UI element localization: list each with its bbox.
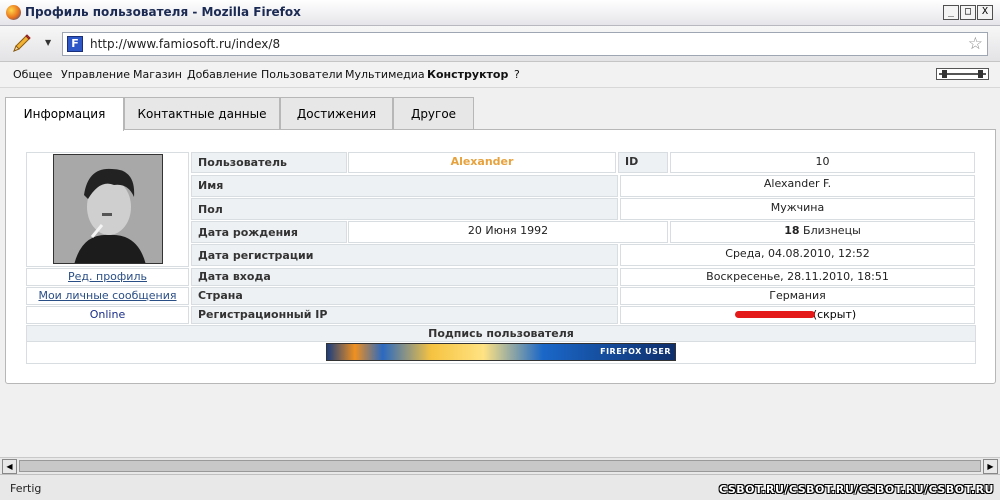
status-cell: Online bbox=[26, 306, 189, 324]
tab-contacts[interactable]: Контактные данные bbox=[124, 97, 280, 130]
tab-info[interactable]: Информация bbox=[5, 97, 124, 131]
name-value: Alexander F. bbox=[620, 175, 975, 197]
zodiac-value: 18 Близнецы bbox=[670, 221, 975, 243]
navigation-toolbar: ▼ F http://www.famiosoft.ru/index/8 ☆ bbox=[0, 26, 1000, 62]
title-bar: Профиль пользователя - Mozilla Firefox _… bbox=[0, 0, 1000, 26]
scroll-left-icon[interactable]: ◀ bbox=[2, 459, 17, 474]
signature-title: Подпись пользователя bbox=[26, 325, 976, 342]
close-button[interactable]: X bbox=[977, 5, 993, 20]
age-number: 18 bbox=[784, 224, 800, 237]
ip-hidden-text: (скрыт) bbox=[812, 308, 857, 321]
edit-profile-link[interactable]: Ред. профиль bbox=[27, 269, 188, 285]
redacted-ip-mark bbox=[735, 311, 815, 318]
online-status: Online bbox=[89, 308, 126, 321]
avatar-photo-icon bbox=[54, 155, 162, 263]
menu-item-shop[interactable]: Магазин bbox=[133, 68, 182, 81]
url-bar[interactable]: F http://www.famiosoft.ru/index/8 ☆ bbox=[62, 32, 988, 56]
maximize-button[interactable]: □ bbox=[960, 5, 976, 20]
menu-item-add[interactable]: Добавление bbox=[187, 68, 257, 81]
id-value: 10 bbox=[670, 152, 975, 173]
window-title: Профиль пользователя - Mozilla Firefox bbox=[25, 5, 301, 19]
firefox-user-banner: FIREFOX USER bbox=[326, 343, 676, 361]
status-bar: Fertig CSBOT.RU/CSBOT.RU/CSBOT.RU/CSBOT.… bbox=[0, 474, 1000, 500]
menu-item-users[interactable]: Пользователи bbox=[261, 68, 343, 81]
tab-other[interactable]: Другое bbox=[393, 97, 474, 130]
bookmark-star-icon[interactable]: ☆ bbox=[968, 34, 983, 54]
zodiac-sign: Близнецы bbox=[799, 224, 861, 237]
dropdown-arrow-icon[interactable]: ▼ bbox=[45, 38, 51, 47]
menu-item-help[interactable]: ? bbox=[514, 68, 520, 81]
birthdate-value: 20 Июня 1992 bbox=[348, 221, 668, 243]
avatar bbox=[53, 154, 163, 264]
registration-ip-label: Регистрационный IP bbox=[191, 306, 618, 324]
birthdate-label: Дата рождения bbox=[191, 221, 347, 243]
gender-value: Мужчина bbox=[620, 198, 975, 220]
menu-item-general[interactable]: Общее bbox=[13, 68, 52, 81]
country-label: Страна bbox=[191, 287, 618, 305]
horizontal-scrollbar[interactable]: ◀ ▶ bbox=[0, 457, 1000, 474]
minimize-button[interactable]: _ bbox=[943, 5, 959, 20]
menu-item-constructor[interactable]: Конструктор bbox=[427, 68, 508, 81]
pencil-icon[interactable] bbox=[10, 33, 32, 55]
last-login-value: Воскресенье, 28.11.2010, 18:51 bbox=[620, 268, 975, 286]
user-label: Пользователь bbox=[191, 152, 347, 173]
registration-label: Дата регистрации bbox=[191, 244, 618, 266]
personal-messages-link[interactable]: Мои личные сообщения bbox=[27, 288, 188, 304]
country-value: Германия bbox=[620, 287, 975, 305]
registration-value: Среда, 04.08.2010, 12:52 bbox=[620, 244, 975, 266]
tab-achievements[interactable]: Достижения bbox=[280, 97, 393, 130]
watermark: CSBOT.RU/CSBOT.RU/CSBOT.RU/CSBOT.RU bbox=[719, 483, 994, 496]
id-label: ID bbox=[618, 152, 668, 173]
firefox-logo-icon bbox=[6, 5, 21, 20]
slider-knob-left[interactable] bbox=[942, 70, 947, 78]
banner-text: FIREFOX USER bbox=[600, 347, 671, 356]
status-text: Fertig bbox=[10, 482, 42, 495]
gender-label: Пол bbox=[191, 198, 618, 220]
scroll-thumb[interactable] bbox=[19, 460, 981, 472]
site-favicon-icon: F bbox=[67, 36, 83, 52]
url-input[interactable]: http://www.famiosoft.ru/index/8 bbox=[90, 37, 280, 51]
name-label: Имя bbox=[191, 175, 618, 197]
menu-item-management[interactable]: Управление bbox=[61, 68, 130, 81]
username-value: Alexander bbox=[348, 152, 616, 173]
width-slider[interactable] bbox=[936, 68, 989, 80]
site-menu-bar: Общее Управление Магазин Добавление Поль… bbox=[0, 62, 1000, 88]
slider-knob-right[interactable] bbox=[978, 70, 983, 78]
edit-profile-cell: Ред. профиль bbox=[26, 268, 189, 286]
menu-item-multimedia[interactable]: Мультимедиа bbox=[345, 68, 425, 81]
messages-cell: Мои личные сообщения bbox=[26, 287, 189, 305]
last-login-label: Дата входа bbox=[191, 268, 618, 286]
scroll-right-icon[interactable]: ▶ bbox=[983, 459, 998, 474]
